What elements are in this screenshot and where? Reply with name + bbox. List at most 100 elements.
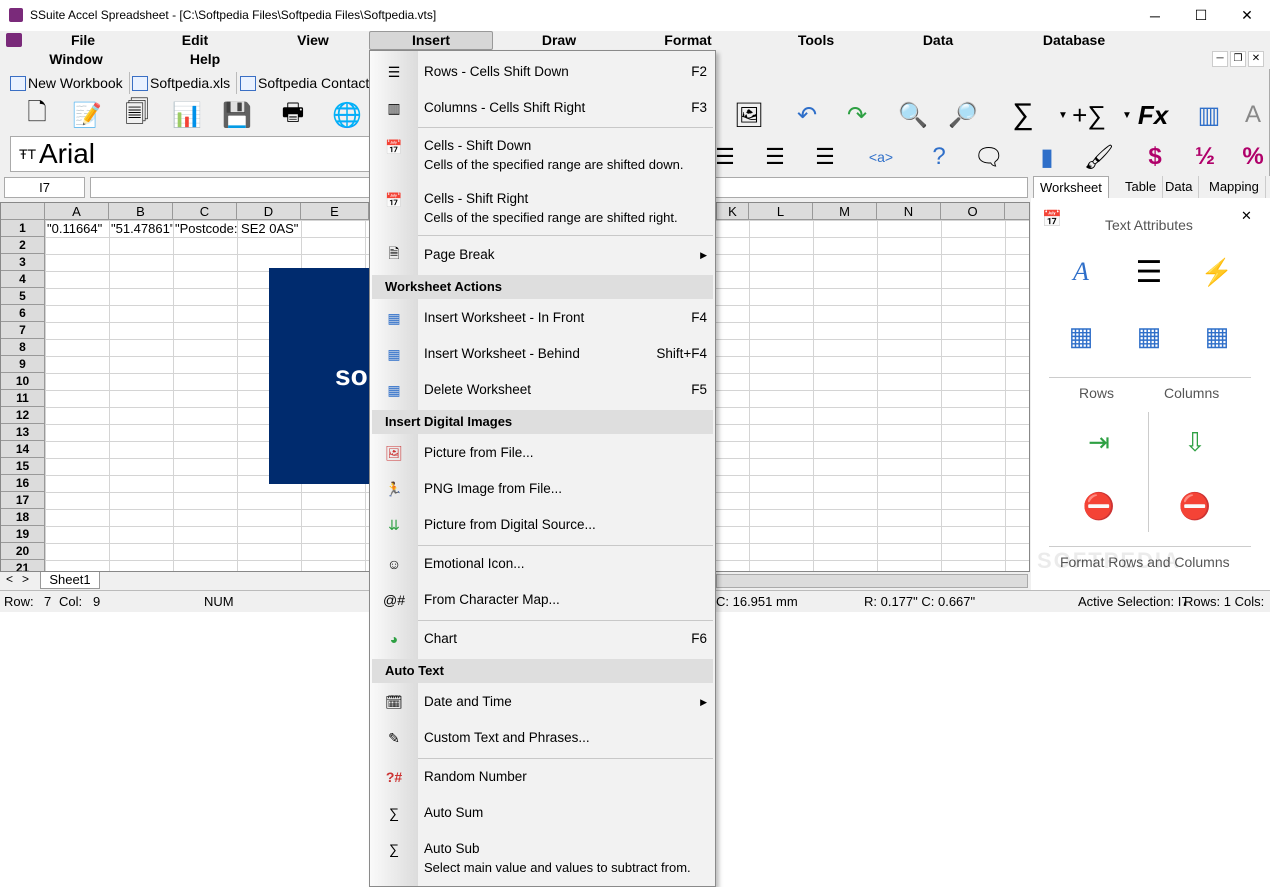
help-add-icon[interactable]: ? [922,140,956,174]
column-header[interactable]: N [877,203,941,220]
menu-item-page-break[interactable]: 🗎 Page Break ▶ [370,245,715,266]
row-header[interactable]: 16 [1,475,45,492]
column-header-extra[interactable] [1005,203,1029,220]
column-header[interactable]: C [173,203,237,220]
menu-data[interactable]: Data [918,32,958,48]
menu-item-auto-sub[interactable]: ∑ Auto Sub Select main value and values … [370,840,715,880]
column-header[interactable]: E [301,203,369,220]
currency-icon[interactable]: $ [1138,140,1172,174]
row-header[interactable]: 18 [1,509,45,526]
new-document-icon[interactable]: 🗋 [20,98,54,132]
edit-document-icon[interactable]: 📝 [70,98,104,132]
row-header[interactable]: 1 [1,220,45,237]
menu-file[interactable]: File [60,32,106,48]
center-align-icon[interactable]: ☰ [1129,252,1169,292]
cell-reference-box[interactable]: I7 [4,177,85,198]
row-header[interactable]: 7 [1,322,45,339]
cell-b1[interactable]: "51.47861" [111,221,173,237]
text-effects-icon[interactable]: A [1236,98,1270,132]
workbook-tab-softpedia-contact[interactable]: Softpedia Contact... [234,72,370,94]
workbook-tab-new[interactable]: New Workbook [4,72,130,94]
align-right-icon[interactable]: ☰ [758,140,792,174]
fraction-icon[interactable]: ½ [1188,140,1222,174]
column-header[interactable]: L [749,203,813,220]
mdi-minimize-icon[interactable]: ─ [1212,51,1228,67]
delete-column-icon[interactable]: ⛔ [1175,486,1215,526]
redo-icon[interactable]: ↷ [840,98,874,132]
doc-icon[interactable] [6,33,22,47]
side-tab-mapping[interactable]: Mapping [1203,176,1266,198]
menu-item-cells-shift-down[interactable]: 📅 Cells - Shift Down Cells of the specif… [370,137,715,177]
menu-item-custom-text[interactable]: ✎ Custom Text and Phrases... [370,729,715,749]
row-header[interactable]: 20 [1,543,45,560]
insert-row-icon[interactable]: ⇥ [1079,422,1119,462]
workbook-tab-softpedia-xls[interactable]: Softpedia.xls [126,72,238,94]
row-header[interactable]: 13 [1,424,45,441]
menu-format[interactable]: Format [660,32,716,48]
insert-column-table-icon[interactable]: ▦ [1129,316,1169,356]
print-icon[interactable]: 🖶 [276,98,310,132]
mdi-restore-icon[interactable]: ❐ [1230,51,1246,67]
format-painter-icon[interactable]: 🖌 [1082,140,1116,174]
text-spacing-icon[interactable]: <a> [864,140,898,174]
column-header[interactable]: D [237,203,301,220]
zoom-in-icon[interactable]: 🔍 [896,98,930,132]
spreadsheet-icon[interactable]: 📊 [170,98,204,132]
delete-table-icon[interactable]: ▦ [1197,316,1237,356]
row-header[interactable]: 2 [1,237,45,254]
close-button[interactable]: ✕ [1224,0,1270,31]
row-header[interactable]: 17 [1,492,45,509]
row-header[interactable]: 21 [1,560,45,571]
menu-item-columns-shift-right[interactable]: ▥ Columns - Cells Shift Right F3 [370,99,715,119]
sheet-next-icon[interactable]: > [22,572,29,586]
menu-item-random-number[interactable]: ?# Random Number [370,768,715,788]
menu-database[interactable]: Database [1040,32,1108,48]
copy-pages-icon[interactable]: 🗐 [120,98,154,132]
function-icon[interactable]: Fx [1136,98,1170,132]
row-header[interactable]: 8 [1,339,45,356]
horizontal-scrollbar[interactable] [716,574,1028,588]
menu-item-character-map[interactable]: @# From Character Map... [370,591,715,611]
softpedia-logo-image[interactable]: so [269,268,369,484]
menu-tools[interactable]: Tools [792,32,840,48]
row-header[interactable]: 6 [1,305,45,322]
row-header[interactable]: 9 [1,356,45,373]
image-edit-icon[interactable]: 🖼 [732,98,766,132]
column-header[interactable]: B [109,203,173,220]
sum-icon[interactable]: ∑ [1006,98,1040,132]
insert-row-table-icon[interactable]: ▦ [1061,316,1101,356]
maximize-button[interactable]: ☐ [1178,0,1224,31]
row-header[interactable]: 5 [1,288,45,305]
cell-a1[interactable]: "0.11664" [47,221,109,237]
menu-view[interactable]: View [290,32,336,48]
menu-item-cells-shift-right[interactable]: 📅 Cells - Shift Right Cells of the speci… [370,190,715,230]
insert-column-icon[interactable]: ⇩ [1175,422,1215,462]
comment-icon[interactable]: 🗨 [972,140,1006,174]
menu-item-auto-sum[interactable]: ∑ Auto Sum [370,804,715,824]
web-icon[interactable]: 🌐 [330,98,364,132]
column-header[interactable]: A [45,203,109,220]
select-all-corner[interactable] [1,203,45,220]
menu-draw[interactable]: Draw [536,32,582,48]
side-close-icon[interactable]: ✕ [1241,208,1252,224]
column-header[interactable]: K [717,203,749,220]
menu-window[interactable]: Window [44,51,108,67]
menu-item-date-time[interactable]: 🗓 Date and Time ▶ [370,693,715,713]
menu-item-picture-digital-source[interactable]: ⇊ Picture from Digital Source... [370,516,715,536]
sheet-prev-icon[interactable]: < [6,572,13,586]
row-header[interactable]: 12 [1,407,45,424]
sheet-tab-sheet1[interactable]: Sheet1 [40,572,100,589]
column-header[interactable]: O [941,203,1005,220]
side-tab-table[interactable]: Table [1119,176,1164,198]
row-header[interactable]: 14 [1,441,45,458]
menu-item-chart[interactable]: ◕ Chart F6 [370,630,715,650]
side-tab-worksheet[interactable]: Worksheet [1033,176,1109,198]
side-tab-data[interactable]: Data [1159,176,1200,198]
delete-row-icon[interactable]: ⛔ [1079,486,1119,526]
menu-item-insert-worksheet-behind[interactable]: ▦ Insert Worksheet - Behind Shift+F4 [370,345,715,365]
menu-edit[interactable]: Edit [172,32,218,48]
menu-item-delete-worksheet[interactable]: ▦ Delete Worksheet F5 [370,381,715,401]
sum-plus-icon[interactable]: +∑ [1072,98,1106,132]
menu-item-png-from-file[interactable]: 🏃 PNG Image from File... [370,480,715,500]
zoom-out-icon[interactable]: 🔎 [946,98,980,132]
